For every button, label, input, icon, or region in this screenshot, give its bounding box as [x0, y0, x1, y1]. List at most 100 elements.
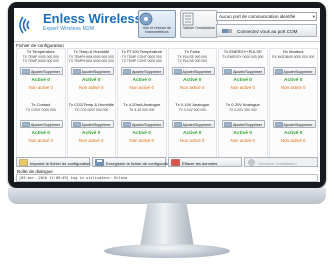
import-config-button[interactable]: Importer le fichier de configuration [16, 157, 90, 167]
add-remove-button[interactable]: Ajouter/Supprimer [171, 67, 215, 75]
transmitter-name: Tx PT100 Température [121, 49, 163, 54]
view-network-label: Voir le réseau de transmetteurs [142, 26, 172, 35]
add-remove-label: Ajouter/Supprimer [182, 122, 212, 127]
inactive-count: Non activé 0 [180, 138, 205, 143]
transmitter-name: Tx 0-20V Analogue [225, 102, 260, 107]
add-remove-button[interactable]: Ajouter/Supprimer [70, 67, 114, 75]
bottom-toolbar: Importer le fichier de configuration Enre… [16, 157, 318, 168]
active-count: Activé 0 [284, 78, 303, 83]
network-icon [139, 12, 153, 26]
add-remove-button[interactable]: Ajouter/Supprimer [222, 67, 265, 75]
monitor-stand [140, 203, 194, 247]
inactive-count: Non activé 0 [281, 138, 306, 143]
active-count: Activé 0 [82, 131, 101, 136]
transmitter-id-secondary: TX TEMP 0000 000 000 [22, 58, 59, 63]
add-remove-label: Ajouter/Supprimer [132, 122, 161, 127]
add-remove-icon [72, 122, 81, 127]
add-remove-label: Ajouter/Supprimer [283, 69, 313, 74]
inactive-count: Non activé 0 [129, 85, 154, 90]
add-remove-icon [224, 69, 232, 74]
import-config-label: Importer le fichier de configuration [30, 160, 91, 166]
active-count: Activé 0 [31, 131, 50, 136]
transmitter-name: Tx Temp & Humidité [73, 49, 110, 54]
inactive-count: Non activé 0 [230, 138, 255, 143]
add-remove-button[interactable]: Ajouter/Supprimer [70, 120, 114, 128]
transmitter-id-secondary: TX TEMP/HUM 0000 000 000 [68, 58, 114, 63]
inactive-count: Non activé 0 [79, 85, 104, 90]
transmitter-id: TX TEMP CONT 0000 000 [121, 54, 162, 59]
add-remove-button[interactable]: Ajouter/Supprimer [20, 120, 63, 128]
add-remove-icon [274, 122, 283, 127]
transmitter-id-secondary: TX PULSE 000 000 [177, 58, 208, 63]
erase-data-label: Effacer les données [182, 160, 218, 166]
add-remove-button[interactable]: Ajouter/Supprimer [171, 120, 215, 128]
add-remove-icon [224, 122, 232, 127]
transmitter-name: Tx CO2/Temp & Humidité [68, 102, 114, 107]
add-remove-icon [22, 122, 30, 127]
transmitter-name: Tx 4-20mA Analogue [123, 102, 161, 107]
log-line: [05-avr.-2016 11:09:49] Log in utilisate… [19, 176, 128, 180]
erase-icon [171, 159, 180, 167]
transmitter-id: TX 0-10V 000 000 [178, 107, 207, 112]
add-remove-icon [22, 69, 30, 74]
save-config-button[interactable]: Enregistrer le fichier de configuration [92, 157, 171, 167]
connect-com-button[interactable]: Connectez vous au port COM [216, 24, 317, 37]
save-icon [95, 159, 104, 167]
inactive-count: Non activé 0 [230, 85, 255, 90]
log-console: [05-avr.-2016 11:09:49] Log in utilisate… [16, 174, 318, 182]
active-count: Activé 0 [82, 78, 101, 83]
add-remove-label: Ajouter/Supprimer [81, 122, 111, 127]
add-remove-button[interactable]: Ajouter/Supprimer [20, 67, 63, 75]
active-count: Activé 0 [132, 131, 151, 136]
config-grid: Tx Température TX TEMP 0000 000 000 TX TEM… [16, 48, 318, 166]
monitor-stand-base [104, 244, 230, 258]
connect-com-label: Connectez vous au port COM [237, 29, 298, 34]
transmitter-id: TX 4-20 000 000 [129, 107, 155, 112]
add-remove-label: Ajouter/Supprimer [81, 69, 111, 74]
brand-subtitle: Expert Wireless M2M [43, 26, 95, 32]
add-remove-icon [173, 69, 182, 74]
com-port-select[interactable]: Aucun port de communication identifié ▾ [216, 12, 317, 21]
add-remove-button[interactable]: Ajouter/Supprimer [121, 120, 164, 128]
add-remove-label: Ajouter/Supprimer [283, 122, 313, 127]
add-remove-icon [173, 122, 182, 127]
add-remove-button[interactable]: Ajouter/Supprimer [121, 67, 164, 75]
view-network-button[interactable]: Voir le réseau de transmetteurs [138, 10, 176, 38]
inactive-count: Non activé 0 [28, 85, 53, 90]
app-header: Enless Wireless Expert Wireless M2M Voir… [14, 8, 320, 42]
active-count: Activé 0 [132, 78, 151, 83]
transmitter-id: TX TEMP/HUM 0000 000 000 [68, 54, 114, 59]
add-remove-label: Ajouter/Supprimer [233, 69, 262, 74]
start-install-button[interactable]: Démarrer l'installation [244, 157, 318, 167]
inactive-count: Non activé 0 [281, 85, 306, 90]
inactive-count: Non activé 0 [28, 138, 53, 143]
active-count: Activé 0 [31, 78, 50, 83]
inactive-count: Non activé 0 [79, 138, 104, 143]
checklist-icon [182, 12, 194, 26]
active-count: Activé 0 [183, 78, 202, 83]
transmitter-id: TX 0-20V 000 000 [228, 107, 257, 112]
add-remove-button[interactable]: Ajouter/Supprimer [272, 67, 316, 75]
add-remove-button[interactable]: Ajouter/Supprimer [272, 120, 316, 128]
validate-install-button[interactable]: Valider l'installation [180, 10, 218, 38]
add-remove-icon [123, 122, 131, 127]
add-remove-button[interactable]: Ajouter/Supprimer [222, 120, 265, 128]
add-remove-label: Ajouter/Supprimer [233, 122, 262, 127]
add-remove-icon [72, 69, 81, 74]
start-install-label: Démarrer l'installation [258, 160, 297, 166]
active-count: Activé 0 [233, 78, 252, 83]
active-count: Activé 0 [233, 131, 252, 136]
brand-name: Enless Wireless [43, 11, 142, 26]
inactive-count: Non activé 0 [180, 85, 205, 90]
wireless-logo-icon [19, 16, 30, 34]
transmitter-id: TX ENERGY 0000 000 000 [222, 54, 264, 59]
transmitter-id-secondary: TX TEMP CONT 0000 000 [121, 58, 162, 63]
save-config-label: Enregistrer le fichier de configuration [106, 160, 172, 166]
add-remove-label: Ajouter/Supprimer [132, 69, 161, 74]
transmitter-id: TX CONT 0000 000 [25, 107, 56, 112]
transmitter-name: Tx 0-10V Analogue [175, 102, 210, 107]
erase-data-button[interactable]: Effacer les données [168, 157, 242, 167]
add-remove-label: Ajouter/Supprimer [182, 69, 212, 74]
add-remove-label: Ajouter/Supprimer [31, 122, 60, 127]
import-icon [19, 159, 28, 167]
